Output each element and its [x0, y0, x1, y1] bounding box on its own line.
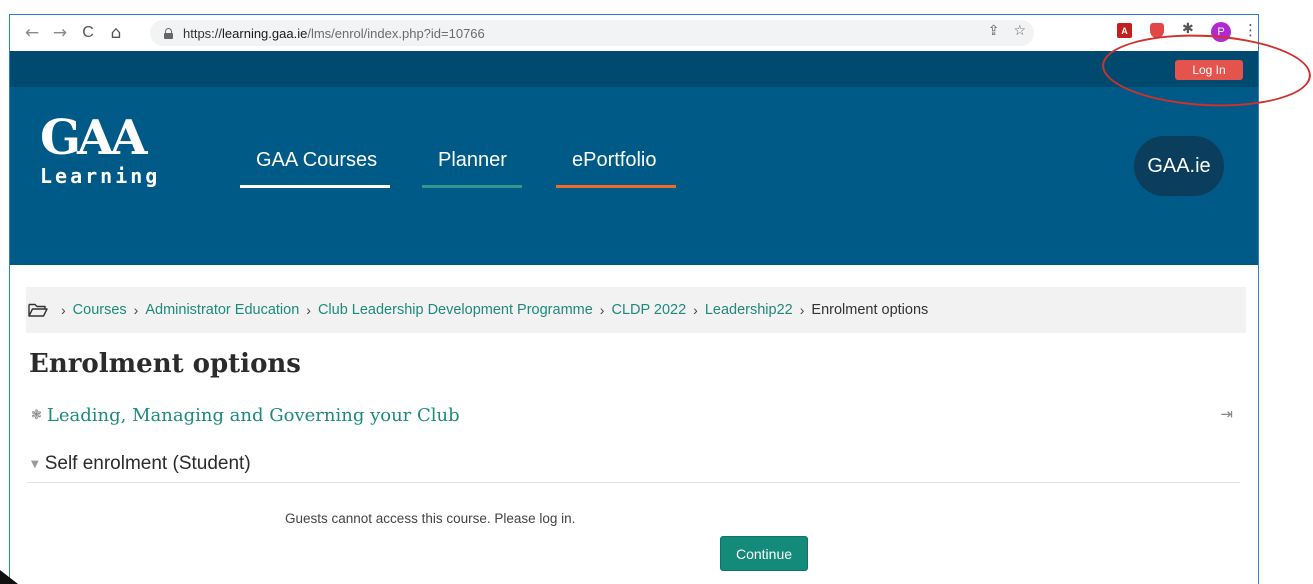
unenrol-exit-icon[interactable]: ⇥	[1220, 405, 1233, 423]
reload-icon[interactable]: C	[74, 19, 102, 47]
back-arrow-icon[interactable]: ←	[18, 19, 46, 47]
breadcrumb-separator: ›	[693, 302, 698, 318]
breadcrumb-separator: ›	[133, 302, 139, 318]
breadcrumb-current: Enrolment options	[811, 302, 929, 318]
breadcrumb-courses[interactable]: Courses	[73, 302, 127, 318]
guest-message: Guests cannot access this course. Please…	[285, 511, 576, 526]
url-host: learning.gaa.ie	[222, 25, 308, 41]
profile-avatar[interactable]: P	[1211, 22, 1231, 42]
home-icon[interactable]: ⌂	[102, 19, 130, 47]
collapse-triangle-icon[interactable]: ▼	[31, 459, 39, 470]
address-bar[interactable]: https://learning.gaa.ie/lms/enrol/index.…	[150, 20, 1034, 46]
breadcrumb-leadership22[interactable]: Leadership22	[705, 302, 793, 318]
course-link[interactable]: Leading, Managing and Governing your Clu…	[47, 405, 460, 426]
nav-gaa-courses-underline	[240, 185, 390, 188]
breadcrumb-separator: ›	[599, 302, 605, 318]
utility-bar: Log In	[10, 51, 1258, 87]
site-header: GAA Learning GAA Courses Planner ePortfo…	[10, 87, 1258, 265]
shield-extension-icon[interactable]	[1150, 23, 1164, 38]
breadcrumb-cldp-2022[interactable]: CLDP 2022	[611, 302, 686, 318]
bookmark-star-icon[interactable]: ☆	[1013, 23, 1026, 39]
section-title: Self enrolment (Student)	[44, 453, 251, 474]
nav-eportfolio-underline	[556, 185, 676, 188]
continue-button[interactable]: Continue	[720, 536, 808, 571]
breadcrumb-administrator-education[interactable]: Administrator Education	[145, 302, 299, 318]
logo-mark: GAA	[40, 110, 147, 166]
url-prefix: https://	[183, 25, 223, 41]
folder-icon[interactable]	[28, 303, 48, 317]
url-text[interactable]: https://learning.gaa.ie/lms/enrol/index.…	[183, 26, 485, 41]
self-enrolment-section-header[interactable]: ▼ Self enrolment (Student)	[31, 453, 251, 475]
pdf-extension-icon[interactable]: A	[1117, 23, 1132, 38]
nav-eportfolio[interactable]: ePortfolio	[572, 149, 657, 172]
forward-arrow-icon[interactable]: →	[46, 19, 74, 47]
nav-planner-underline	[422, 185, 522, 188]
breadcrumb-separator: ›	[306, 302, 311, 318]
browser-window: ← → C ⌂ https://learning.gaa.ie/lms/enro…	[9, 14, 1259, 584]
gaa-ie-link[interactable]: GAA.ie	[1134, 136, 1224, 196]
url-path: /lms/enrol/index.php?id=10766	[307, 25, 485, 41]
puzzle-extensions-icon[interactable]: ✱	[1182, 21, 1194, 37]
section-divider	[27, 482, 1240, 483]
breadcrumb: › Courses › Administrator Education › Cl…	[26, 287, 1246, 333]
lock-icon[interactable]	[164, 27, 173, 39]
breadcrumb-cldp[interactable]: Club Leadership Development Programme	[318, 302, 593, 318]
nav-planner[interactable]: Planner	[438, 149, 507, 172]
browser-toolbar: ← → C ⌂ https://learning.gaa.ie/lms/enro…	[10, 15, 1258, 51]
browser-menu-icon[interactable]: ⋮	[1243, 21, 1258, 39]
page-title: Enrolment options	[29, 349, 301, 379]
nav-gaa-courses[interactable]: GAA Courses	[256, 149, 377, 172]
gaa-learning-logo[interactable]: GAA Learning	[40, 114, 170, 194]
course-icon: ❃	[31, 407, 42, 423]
course-row: ❃ Leading, Managing and Governing your C…	[31, 403, 1241, 427]
breadcrumb-separator: ›	[799, 302, 805, 318]
breadcrumb-separator: ›	[61, 302, 66, 318]
logo-wordmark: Learning	[40, 164, 161, 188]
cursor-corner	[0, 570, 18, 584]
login-button[interactable]: Log In	[1175, 60, 1243, 80]
share-icon[interactable]: ⇪	[988, 23, 1000, 39]
